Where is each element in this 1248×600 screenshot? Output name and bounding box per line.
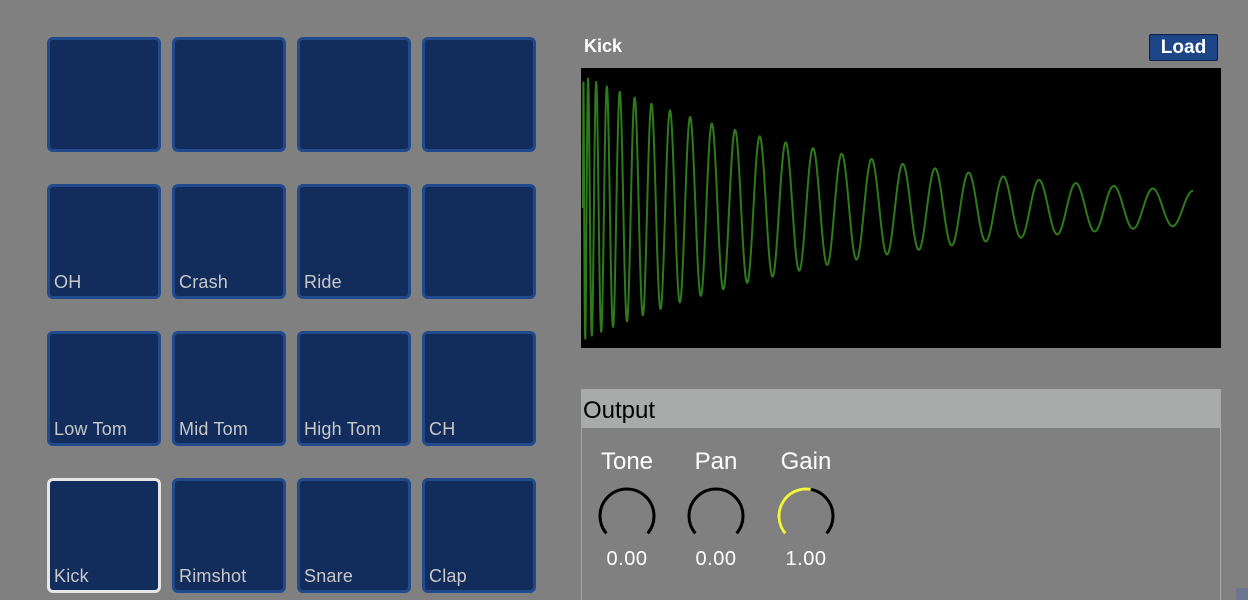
pad-label: Snare: [304, 566, 354, 586]
pan-dial[interactable]: [685, 486, 747, 538]
tone-dial[interactable]: [596, 486, 658, 538]
knob-value: 1.00: [785, 548, 827, 570]
pad-crash[interactable]: Crash: [172, 184, 286, 299]
tone-knob[interactable]: Tone 0.00: [592, 448, 662, 571]
pad-label: OH: [54, 272, 82, 292]
drum-machine: OH Crash Ride Low Tom Mid Tom High Tom C…: [0, 0, 1248, 600]
output-panel-title: Output: [582, 390, 1220, 428]
pad-r1-c1[interactable]: [47, 37, 161, 152]
pad-label: Kick: [54, 566, 89, 586]
pad-label: Clap: [429, 566, 467, 586]
sample-name: Kick: [584, 36, 623, 56]
waveform-graphic: [582, 77, 1194, 340]
knob-label: Pan: [694, 448, 738, 475]
waveform-display: [581, 68, 1221, 348]
gain-dial[interactable]: [775, 486, 837, 538]
resize-handle[interactable]: [1236, 588, 1248, 600]
pad-grid: OH Crash Ride Low Tom Mid Tom High Tom C…: [47, 37, 541, 600]
waveform-line: [582, 77, 1194, 340]
pad-high-tom[interactable]: High Tom: [297, 331, 411, 446]
pad-kick[interactable]: Kick: [47, 478, 161, 593]
pad-r1-c3[interactable]: [297, 37, 411, 152]
knob-ring: [598, 487, 656, 535]
pad-snare[interactable]: Snare: [297, 478, 411, 593]
pan-knob[interactable]: Pan 0.00: [681, 448, 751, 571]
pad-rimshot[interactable]: Rimshot: [172, 478, 286, 593]
output-panel: Output Tone 0.00 Pan 0.00 Gain 1.00: [581, 389, 1221, 600]
pad-ch[interactable]: CH: [422, 331, 536, 446]
pad-label: High Tom: [304, 419, 382, 439]
pad-label: Rimshot: [179, 566, 247, 586]
knob-label: Tone: [600, 448, 654, 475]
pad-r1-c2[interactable]: [172, 37, 286, 152]
pad-r1-c4[interactable]: [422, 37, 536, 152]
knob-value: 0.00: [606, 548, 648, 570]
pad-label: Ride: [304, 272, 342, 292]
pad-r2-c4[interactable]: [422, 184, 536, 299]
knob-value: 0.00: [695, 548, 737, 570]
pad-label: Low Tom: [54, 419, 128, 439]
pad-label: Crash: [179, 272, 229, 292]
load-button[interactable]: Load: [1149, 34, 1218, 61]
pad-mid-tom[interactable]: Mid Tom: [172, 331, 286, 446]
knob-ring: [687, 487, 745, 535]
knob-label: Gain: [780, 448, 832, 475]
gain-knob[interactable]: Gain 1.00: [771, 448, 841, 571]
pad-clap[interactable]: Clap: [422, 478, 536, 593]
pad-label: Mid Tom: [179, 419, 249, 439]
knob-level-arc: [777, 487, 811, 535]
pad-ride[interactable]: Ride: [297, 184, 411, 299]
pad-low-tom[interactable]: Low Tom: [47, 331, 161, 446]
pad-label: CH: [429, 419, 456, 439]
pad-oh[interactable]: OH: [47, 184, 161, 299]
